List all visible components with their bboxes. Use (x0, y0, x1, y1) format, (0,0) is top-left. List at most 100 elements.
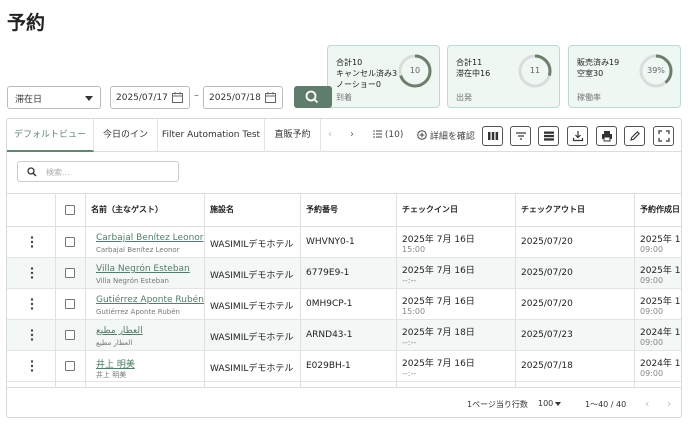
columns-icon (488, 132, 499, 140)
date-from-value: 2025/07/17 (116, 93, 168, 103)
row-checkbox[interactable] (65, 299, 75, 309)
search-button[interactable] (294, 86, 332, 108)
chevron-down-icon[interactable] (555, 402, 561, 406)
occupancy-ring-value: 39% (647, 66, 665, 75)
departure-stat-lines: 合計11 滞在中16 (456, 58, 491, 78)
tab-filter-automation-test[interactable]: Filter Automation Test (158, 119, 265, 152)
columns-button[interactable] (482, 126, 503, 146)
guest-name-link[interactable]: العطار مطيع (96, 326, 143, 336)
column-divider (55, 193, 56, 387)
chevron-down-icon (85, 96, 93, 101)
column-divider (396, 193, 397, 387)
created-time: 09:00 (640, 245, 664, 254)
print-button[interactable] (596, 126, 617, 146)
search-icon (27, 167, 37, 177)
checkin-date: 2025年 7月 18日 (402, 328, 475, 338)
add-circle-icon (417, 130, 427, 140)
column-divider (634, 193, 635, 387)
guest-name-sub: Villa Negrón Esteban (96, 277, 169, 285)
checkin-time: --:-- (402, 369, 417, 378)
tab-direct-booking[interactable]: 直販予約 (265, 119, 321, 152)
guest-name-link[interactable]: Villa Negrón Esteban (96, 264, 190, 274)
fullscreen-icon (658, 130, 670, 142)
occupancy-stat-card[interactable]: 販売済み19 空室30 39% 稼働率 (568, 45, 681, 108)
guest-name-link[interactable]: Carbajal Benítez Leonor (96, 233, 203, 243)
download-button[interactable] (567, 126, 588, 146)
chevron-right-icon[interactable]: › (350, 129, 354, 140)
guest-name-link[interactable]: 井上 明美 (96, 357, 135, 370)
guest-name-link[interactable]: Gutiérrez Aponte Rubén (96, 295, 204, 305)
departure-stat-label: 出発 (456, 93, 472, 102)
table-search-field[interactable] (17, 161, 179, 182)
checkout-date: 2025/07/18 (521, 361, 573, 371)
tab-today-checkin[interactable]: 今日のイン (94, 119, 158, 152)
next-page-icon[interactable]: › (667, 397, 671, 410)
created-time: 09:00 (640, 338, 664, 347)
created-date: 2025年 1月 (640, 235, 681, 245)
rows-per-page-select[interactable]: 100 (538, 399, 553, 408)
table-row[interactable]: 井上 明美 井上 明美 WASIMILデモホテル E029BH-1 2025年 … (7, 351, 681, 382)
checkout-date: 2025/07/20 (521, 237, 573, 247)
guest-name-sub: Gutiérrez Aponte Rubén (96, 308, 180, 316)
row-checkbox[interactable] (65, 268, 75, 278)
header-booking-number[interactable]: 予約番号 (306, 194, 338, 226)
date-type-select[interactable]: 滞在日 (7, 86, 101, 109)
view-count[interactable]: (10) (373, 130, 403, 140)
view-tabs: デフォルトビュー 今日のイン Filter Automation Test 直販… (7, 119, 681, 152)
booking-number: 0MH9CP-1 (306, 299, 353, 309)
created-date: 2025年 1月 (640, 266, 681, 276)
header-property[interactable]: 施設名 (210, 194, 234, 226)
row-checkbox[interactable] (65, 237, 75, 247)
header-created-date[interactable]: 予約作成日 (640, 194, 680, 226)
filter-icon (516, 132, 526, 140)
density-icon (544, 131, 554, 141)
row-checkbox[interactable] (65, 330, 75, 340)
table-row[interactable]: العطار مطيع العطار مطيع WASIMILデモホテル ARN… (7, 320, 681, 351)
header-checkin-date[interactable]: チェックイン日 (402, 194, 458, 226)
created-time: 09:00 (640, 276, 664, 285)
search-icon (305, 90, 319, 104)
select-all-checkbox[interactable] (65, 205, 75, 215)
density-button[interactable] (538, 126, 559, 146)
print-icon (602, 131, 612, 142)
calendar-icon[interactable] (172, 92, 183, 103)
occupancy-stat-label: 稼働率 (577, 93, 601, 102)
checkin-date: 2025年 7月 16日 (402, 359, 475, 369)
more-vertical-icon[interactable] (30, 360, 34, 372)
row-checkbox[interactable] (65, 361, 75, 371)
column-divider (300, 193, 301, 387)
more-vertical-icon[interactable] (30, 236, 34, 248)
header-guest-name[interactable]: 名前（主なゲスト） (91, 194, 163, 226)
checkout-date: 2025/07/20 (521, 299, 573, 309)
date-to-field[interactable]: 2025/07/18 (203, 86, 283, 109)
more-vertical-icon[interactable] (30, 298, 34, 310)
table-row[interactable]: Carbajal Benítez Leonor Carbajal Benítez… (7, 227, 681, 258)
table-row[interactable]: Gutiérrez Aponte Rubén Gutiérrez Aponte … (7, 289, 681, 320)
tab-default-view[interactable]: デフォルトビュー (7, 119, 94, 152)
table-search-input[interactable] (46, 165, 174, 179)
date-from-field[interactable]: 2025/07/17 (110, 86, 190, 109)
table-pagination: 1ページ当り行数 100 1〜40 / 40 ‹ › (7, 387, 681, 417)
date-range-separator: – (194, 90, 199, 101)
calendar-icon[interactable] (265, 92, 276, 103)
checkin-time: --:-- (402, 276, 417, 285)
departure-stat-card[interactable]: 合計11 滞在中16 11 出発 (447, 45, 560, 108)
chevron-left-icon[interactable]: ‹ (328, 129, 332, 140)
property-name: WASIMILデモホテル (210, 302, 294, 312)
prev-page-icon[interactable]: ‹ (645, 397, 649, 410)
more-vertical-icon[interactable] (30, 329, 34, 341)
edit-button[interactable] (624, 126, 645, 146)
checkout-date: 2025/07/20 (521, 268, 573, 278)
departure-ring-value: 11 (529, 66, 541, 75)
table-row[interactable]: Villa Negrón Esteban Villa Negrón Esteba… (7, 258, 681, 289)
arrival-stat-lines: 合計10 キャンセル済み3 ノーショー0 (336, 58, 398, 89)
arrival-stat-card[interactable]: 合計10 キャンセル済み3 ノーショー0 10 到着 (327, 45, 440, 108)
booking-number: WHVNY0-1 (306, 237, 355, 247)
fullscreen-button[interactable] (653, 126, 674, 146)
header-checkout-date[interactable]: チェックアウト日 (521, 194, 585, 226)
filter-button[interactable] (510, 126, 531, 146)
detail-button[interactable]: 詳細を確認 (417, 129, 475, 142)
more-vertical-icon[interactable] (30, 267, 34, 279)
checkin-time: 15:00 (402, 307, 426, 316)
guest-name-sub: Carbajal Benítez Leonor (96, 246, 180, 254)
